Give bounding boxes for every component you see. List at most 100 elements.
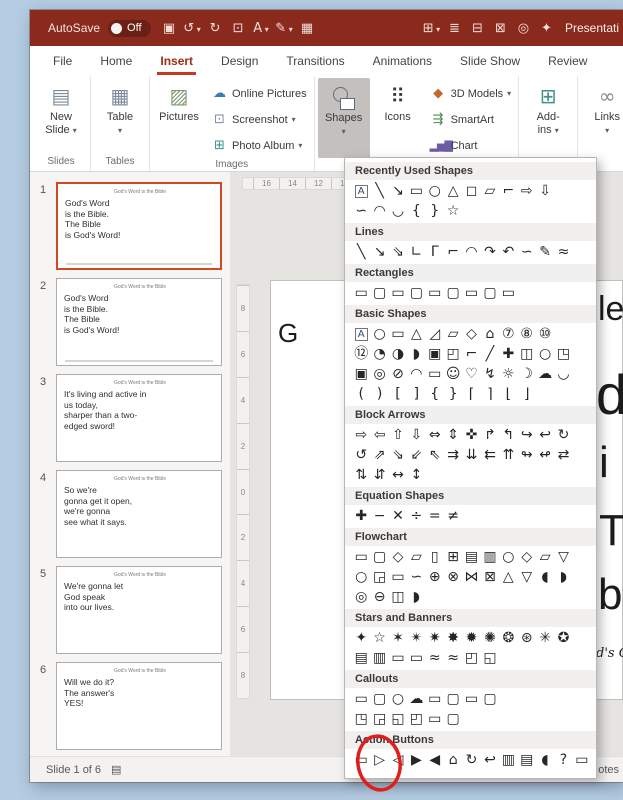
shape-item[interactable]: ⇗ bbox=[370, 445, 388, 465]
slideshow-from-start-icon[interactable]: ⊡ bbox=[228, 21, 249, 36]
shape-item[interactable]: ⊖ bbox=[370, 587, 388, 607]
layout-icon[interactable]: ⊞ bbox=[421, 21, 442, 36]
shape-item[interactable]: ◖ bbox=[536, 567, 554, 587]
shape-item[interactable]: ↻ bbox=[462, 750, 480, 770]
shape-item[interactable]: ▭ bbox=[389, 283, 407, 303]
shape-item[interactable]: ◠ bbox=[462, 242, 480, 262]
shape-item[interactable]: ▭ bbox=[462, 283, 480, 303]
shape-item[interactable]: ◫ bbox=[518, 344, 536, 364]
shape-item[interactable]: ◱ bbox=[389, 709, 407, 729]
shape-item[interactable]: ⌐ bbox=[462, 344, 480, 364]
draw-pen-icon[interactable]: ✎ bbox=[274, 21, 295, 36]
shape-item[interactable]: ◰ bbox=[462, 648, 480, 668]
shape-item[interactable]: ▤ bbox=[352, 648, 370, 668]
shape-item[interactable]: ▯ bbox=[426, 547, 444, 567]
shape-item[interactable]: ❂ bbox=[499, 628, 517, 648]
shape-item[interactable]: ⇇ bbox=[481, 445, 499, 465]
shape-item[interactable]: ╲ bbox=[370, 181, 388, 201]
tab-slide-show[interactable]: Slide Show bbox=[447, 46, 533, 76]
shape-item[interactable]: ⌉ bbox=[481, 384, 499, 404]
shape-item[interactable]: ▭ bbox=[352, 689, 370, 709]
shape-item[interactable]: ▢ bbox=[481, 283, 499, 303]
shape-item[interactable]: ⊗ bbox=[444, 567, 462, 587]
shape-item[interactable]: ▣ bbox=[352, 364, 370, 384]
shape-item[interactable]: ▭ bbox=[352, 750, 370, 770]
shape-item[interactable]: ↘ bbox=[370, 242, 388, 262]
shape-item[interactable]: ▢ bbox=[407, 283, 425, 303]
shape-item[interactable]: ∽ bbox=[352, 201, 370, 221]
shape-item[interactable]: ⑫ bbox=[352, 344, 370, 364]
shape-item[interactable]: ▭ bbox=[407, 648, 425, 668]
tab-home[interactable]: Home bbox=[87, 46, 145, 76]
shape-item[interactable]: ↻ bbox=[554, 425, 572, 445]
tab-transitions[interactable]: Transitions bbox=[273, 46, 357, 76]
shape-item[interactable]: ÷ bbox=[407, 506, 425, 526]
shape-item[interactable]: ✚ bbox=[499, 344, 517, 364]
tab-design[interactable]: Design bbox=[208, 46, 271, 76]
shape-item[interactable]: ╲ bbox=[352, 242, 370, 262]
shape-item[interactable]: ⇔ bbox=[426, 425, 444, 445]
tab-insert[interactable]: Insert bbox=[147, 46, 206, 76]
shape-item[interactable]: ▭ bbox=[389, 648, 407, 668]
shape-item[interactable]: ⇘ bbox=[389, 242, 407, 262]
shape-item[interactable]: ▢ bbox=[370, 547, 388, 567]
shape-item[interactable]: ≈ bbox=[444, 648, 462, 668]
shape-item[interactable]: ▥ bbox=[370, 648, 388, 668]
shape-item[interactable]: ⇕ bbox=[444, 425, 462, 445]
shape-item[interactable]: ▱ bbox=[481, 181, 499, 201]
new-slide-button[interactable]: ▤ New Slide bbox=[35, 78, 87, 155]
shape-item[interactable]: ▭ bbox=[407, 181, 425, 201]
shape-item[interactable]: ✴ bbox=[407, 628, 425, 648]
add-ins-button[interactable]: ⊞ Add- ins bbox=[522, 78, 574, 155]
shape-item[interactable]: △ bbox=[499, 567, 517, 587]
target-icon[interactable]: ◎ bbox=[513, 21, 534, 36]
shape-item[interactable]: ↩ bbox=[536, 425, 554, 445]
shape-item[interactable]: △ bbox=[407, 324, 425, 344]
photo-album-button[interactable]: ⊞ Photo Album bbox=[207, 133, 311, 158]
shape-item[interactable]: ↷ bbox=[481, 242, 499, 262]
shape-item[interactable]: Γ bbox=[426, 242, 444, 262]
save-icon[interactable]: ▣ bbox=[159, 21, 180, 36]
shape-item[interactable]: ☁ bbox=[536, 364, 554, 384]
shape-item[interactable]: ⌂ bbox=[481, 324, 499, 344]
shape-item[interactable]: ◗ bbox=[554, 567, 572, 587]
shape-item[interactable]: ⇩ bbox=[407, 425, 425, 445]
shape-item[interactable]: ◳ bbox=[352, 709, 370, 729]
shape-item[interactable]: ◎ bbox=[352, 587, 370, 607]
shape-item[interactable]: ▤ bbox=[462, 547, 480, 567]
undo-icon[interactable]: ↺ bbox=[182, 21, 203, 36]
shape-item[interactable]: A bbox=[354, 327, 368, 341]
shape-item[interactable]: A bbox=[354, 184, 368, 198]
shape-item[interactable]: ☽ bbox=[518, 364, 536, 384]
shape-item[interactable]: ⊛ bbox=[518, 628, 536, 648]
shape-item[interactable]: ⇅ bbox=[352, 465, 370, 485]
shape-item[interactable]: ✚ bbox=[352, 506, 370, 526]
links-button[interactable]: ∞ Links bbox=[581, 78, 623, 155]
shape-item[interactable]: ⇩ bbox=[536, 181, 554, 201]
shape-item[interactable]: ○ bbox=[499, 547, 517, 567]
shape-item[interactable]: ⇉ bbox=[444, 445, 462, 465]
shape-item[interactable]: ⇈ bbox=[499, 445, 517, 465]
shape-item[interactable]: ▢ bbox=[370, 283, 388, 303]
shape-item[interactable]: ▭ bbox=[573, 750, 591, 770]
shape-item[interactable]: ✶ bbox=[389, 628, 407, 648]
shape-item[interactable]: ▱ bbox=[407, 547, 425, 567]
shape-item[interactable]: ◫ bbox=[389, 587, 407, 607]
shape-item[interactable]: ⌐ bbox=[499, 181, 517, 201]
shape-item[interactable]: ⇨ bbox=[518, 181, 536, 201]
slide-thumbnail-2[interactable]: God's Word is the Bible God's Word is the… bbox=[56, 278, 222, 366]
screenshot-button[interactable]: ⊡ Screenshot bbox=[207, 107, 311, 132]
online-pictures-button[interactable]: ☁ Online Pictures bbox=[207, 81, 311, 106]
shape-item[interactable]: ☺ bbox=[444, 364, 462, 384]
shape-item[interactable]: ▣ bbox=[426, 344, 444, 364]
pictures-button[interactable]: ▨ Pictures bbox=[153, 78, 205, 158]
shape-item[interactable]: ⌊ bbox=[499, 384, 517, 404]
table-grid-icon[interactable]: ▦ bbox=[297, 21, 318, 36]
shape-item[interactable]: { bbox=[426, 384, 444, 404]
shape-item[interactable]: ▭ bbox=[499, 283, 517, 303]
shape-item[interactable]: ╱ bbox=[481, 344, 499, 364]
shape-item[interactable]: ◑ bbox=[389, 344, 407, 364]
shape-item[interactable]: ▽ bbox=[554, 547, 572, 567]
slide-thumbnail-4[interactable]: God's Word is the Bible So we're gonna ge… bbox=[56, 470, 222, 558]
shape-item[interactable]: △ bbox=[444, 181, 462, 201]
